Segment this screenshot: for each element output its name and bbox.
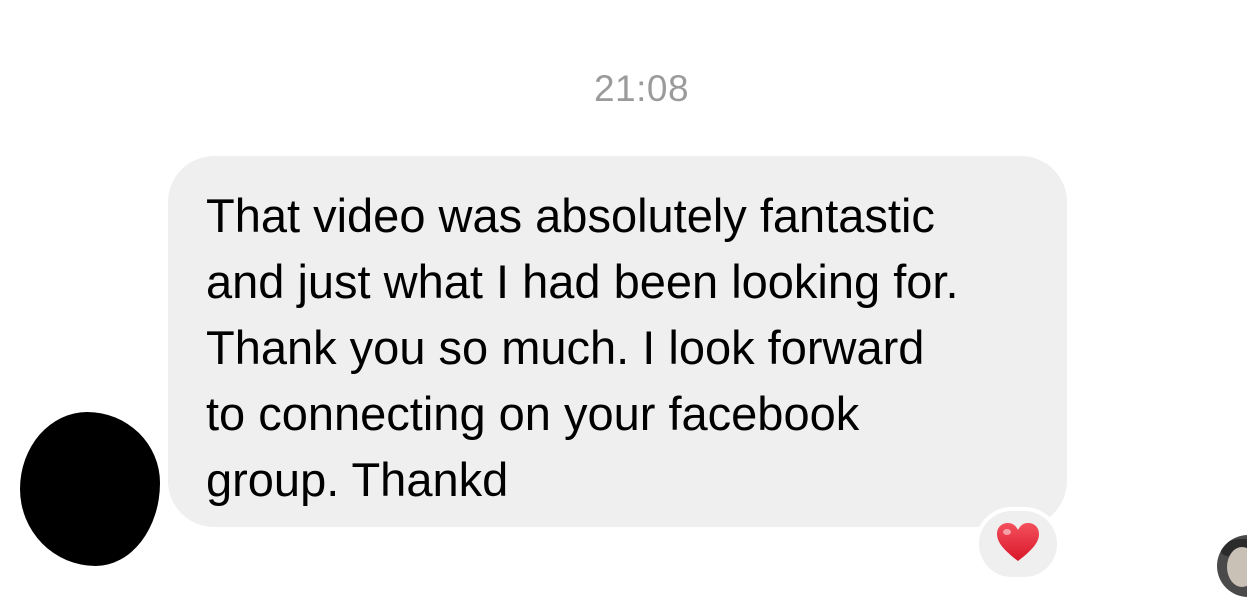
heart-reaction[interactable] <box>975 507 1061 581</box>
received-message-bubble[interactable]: That video was absolutely fantastic and … <box>168 156 1067 527</box>
heart-icon <box>997 523 1039 561</box>
read-receipt-avatar <box>1217 535 1247 597</box>
message-timestamp: 21:08 <box>593 68 690 109</box>
sender-avatar[interactable] <box>20 412 160 566</box>
message-text: That video was absolutely fantastic and … <box>206 189 959 506</box>
